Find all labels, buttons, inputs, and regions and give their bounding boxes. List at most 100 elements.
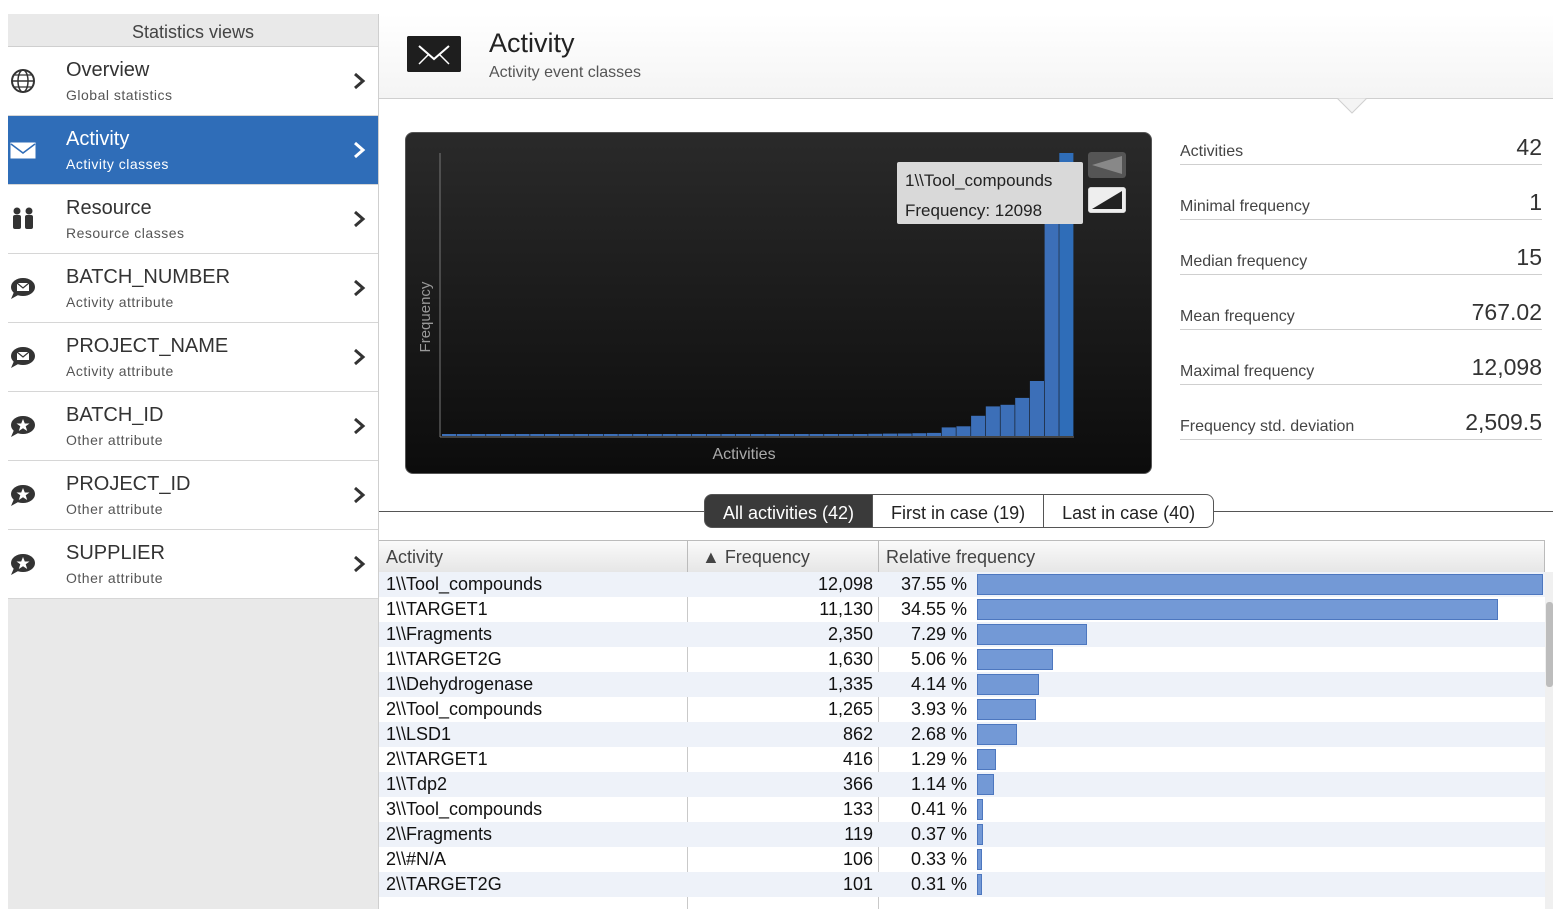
divider — [1180, 439, 1542, 440]
chart-bar[interactable] — [530, 434, 545, 436]
stat-frequency-std-deviation: Frequency std. deviation 2,509.5 — [1180, 405, 1542, 460]
cell-activity: 1\\Tool_compounds — [386, 574, 543, 594]
people-icon — [13, 207, 33, 229]
chart-bar[interactable] — [589, 434, 604, 436]
chart-bar[interactable] — [838, 434, 853, 436]
relative-frequency-bar — [977, 674, 1040, 695]
stat-label: Minimal frequency — [1180, 198, 1310, 215]
chart-bar[interactable] — [794, 434, 809, 436]
cell-relative-frequency: 1.14 % — [910, 774, 967, 794]
chart-bar[interactable] — [603, 434, 618, 436]
sidebar-item-subtitle: Resource classes — [66, 225, 185, 241]
chart-bar[interactable] — [809, 434, 824, 436]
chart-bar[interactable] — [677, 434, 692, 436]
scrollbar-thumb[interactable] — [1546, 602, 1553, 687]
table-row[interactable]: 1\\Fragments 2,350 7.29 % — [379, 622, 1545, 647]
sidebar-item-resource[interactable]: Resource Resource classes — [8, 185, 378, 254]
table-row[interactable]: 1\\TARGET1 11,130 34.55 % — [379, 597, 1545, 622]
table-row[interactable]: 2\\Tool_compounds 1,265 3.93 % — [379, 697, 1545, 722]
chart-bar[interactable] — [691, 434, 706, 436]
globe-icon — [11, 69, 35, 93]
chart-bar[interactable] — [662, 434, 677, 436]
sidebar-item-activity[interactable]: Activity Activity classes — [8, 116, 378, 185]
chart-bar[interactable] — [559, 434, 574, 436]
sidebar-item-subtitle: Global statistics — [66, 87, 173, 103]
tab-all-activities[interactable]: All activities (42) — [704, 494, 874, 528]
chart-bar[interactable] — [574, 434, 589, 436]
speech-star-icon — [11, 485, 35, 506]
relative-frequency-bar — [977, 849, 982, 870]
sidebar-item-project-name[interactable]: PROJECT_NAME Activity attribute — [8, 323, 378, 392]
chart-bar[interactable] — [750, 434, 765, 436]
table-row[interactable]: 3\\Tool_compounds 133 0.41 % — [379, 797, 1545, 822]
cell-activity: 2\\TARGET2G — [386, 874, 502, 894]
chart-bar[interactable] — [471, 434, 486, 436]
vertical-scrollbar[interactable] — [1545, 572, 1553, 909]
sidebar-item-project-id[interactable]: PROJECT_ID Other attribute — [8, 461, 378, 530]
chart-bar[interactable] — [853, 434, 868, 436]
cell-relative-frequency: 0.41 % — [910, 799, 967, 819]
table-row[interactable]: 1\\Tool_compounds 12,098 37.55 % — [379, 572, 1545, 597]
chart-bar[interactable] — [1000, 404, 1015, 436]
chart-bar[interactable] — [1029, 381, 1044, 436]
chart-bar[interactable] — [456, 434, 471, 436]
column-header-frequency[interactable]: ▲ Frequency — [688, 541, 879, 572]
tab-last-in-case[interactable]: Last in case (40) — [1044, 494, 1215, 528]
sidebar-item-batch-id[interactable]: BATCH_ID Other attribute — [8, 392, 378, 461]
table-row[interactable]: 1\\Dehydrogenase 1,335 4.14 % — [379, 672, 1545, 697]
table-row[interactable]: 1\\Tdp2 366 1.14 % — [379, 772, 1545, 797]
relative-frequency-bar — [977, 749, 997, 770]
chart-bar[interactable] — [736, 434, 751, 436]
chart-bar[interactable] — [442, 434, 457, 436]
chart-bar[interactable] — [868, 433, 883, 436]
chart-bar[interactable] — [912, 433, 927, 436]
sidebar-item-supplier[interactable]: SUPPLIER Other attribute — [8, 530, 378, 599]
table-row[interactable]: 2\\TARGET1 416 1.29 % — [379, 747, 1545, 772]
chart-bar[interactable] — [897, 433, 912, 437]
table-row[interactable]: 2\\TARGET2G 101 0.31 % — [379, 872, 1545, 897]
table-row[interactable]: 2\\Fragments 119 0.37 % — [379, 822, 1545, 847]
chart-bar[interactable] — [956, 426, 971, 436]
cell-relative-frequency: 37.55 % — [900, 574, 967, 594]
chart-bar[interactable] — [633, 434, 648, 436]
sidebar-item-batch-number[interactable]: BATCH_NUMBER Activity attribute — [8, 254, 378, 323]
chevron-right-icon — [354, 279, 366, 297]
sidebar-item-title: Resource — [66, 197, 152, 219]
tooltip-frequency: Frequency: 12098 — [905, 201, 1043, 220]
cell-frequency: 862 — [842, 724, 873, 744]
column-header-activity[interactable]: Activity — [379, 541, 688, 572]
table-header: Activity ▲ Frequency Relative frequency — [379, 540, 1545, 573]
chart-bar[interactable] — [706, 434, 721, 436]
chart-bar[interactable] — [985, 406, 1000, 436]
cell-relative-frequency: 4.14 % — [910, 674, 967, 694]
divider — [1180, 384, 1542, 385]
linear-scale-button[interactable] — [1088, 152, 1126, 178]
chart-bar[interactable] — [486, 434, 501, 436]
column-header-relative-frequency[interactable]: Relative frequency — [879, 541, 1545, 572]
chart-bar[interactable] — [544, 434, 559, 436]
sidebar-item-subtitle: Other attribute — [66, 501, 163, 517]
chart-bar[interactable] — [927, 432, 942, 436]
sidebar-item-title: BATCH_ID — [66, 404, 164, 426]
chart-bar[interactable] — [941, 427, 956, 436]
chart-bar[interactable] — [721, 434, 736, 436]
table-row[interactable]: 1\\TARGET2G 1,630 5.06 % — [379, 647, 1545, 672]
chevron-right-icon — [354, 555, 366, 573]
chart-bar[interactable] — [515, 434, 530, 436]
cell-frequency: 1,630 — [827, 649, 873, 669]
table-row[interactable]: 2\\#N/A 106 0.33 % — [379, 847, 1545, 872]
sidebar-item-overview[interactable]: Overview Global statistics — [8, 47, 378, 116]
chart-bar[interactable] — [882, 433, 897, 436]
tab-first-in-case[interactable]: First in case (19) — [873, 494, 1045, 528]
chart-bar[interactable] — [971, 415, 986, 436]
chart-bar[interactable] — [618, 434, 633, 436]
chart-bar[interactable] — [647, 434, 662, 436]
table-row[interactable]: 1\\LSD1 862 2.68 % — [379, 722, 1545, 747]
chart-bar[interactable] — [1015, 397, 1030, 436]
log-scale-button[interactable] — [1088, 187, 1126, 213]
relative-frequency-bar — [977, 624, 1087, 645]
chart-bar[interactable] — [765, 434, 780, 436]
chart-bar[interactable] — [824, 434, 839, 436]
chart-bar[interactable] — [500, 434, 515, 436]
chart-bar[interactable] — [780, 434, 795, 436]
